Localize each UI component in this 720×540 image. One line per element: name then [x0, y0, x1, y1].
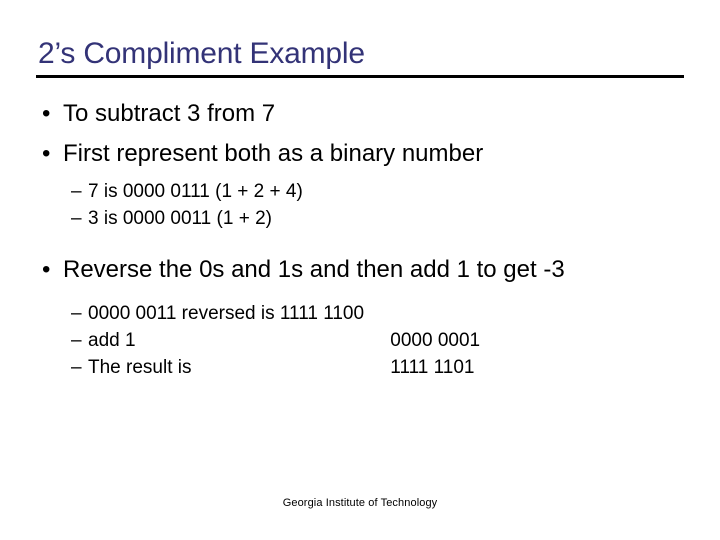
bullet-item-3: • Reverse the 0s and 1s and then add 1 t… [0, 254, 720, 286]
bullet-item-2-label: First represent both as a binary number [63, 140, 484, 167]
en-dash-icon: – [71, 181, 82, 202]
bullet-dot-icon: • [42, 100, 51, 127]
sub-bullet-label: 7 is 0000 0111 (1 + 2 + 4) [88, 181, 303, 202]
bullet-item-1-label: To subtract 3 from 7 [63, 100, 276, 127]
sub-bullet-group-1: – 7 is 0000 0111 (1 + 2 + 4) – 3 is 0000… [0, 178, 720, 232]
sub-bullet-label: 0000 0011 reversed is 1111 1100 [88, 303, 365, 324]
bullet-dot-icon: • [42, 140, 51, 167]
sub-bullet-item: – 3 is 0000 0011 (1 + 2) [0, 205, 720, 232]
slide-canvas: 2’s Compliment Example • To subtract 3 f… [0, 0, 720, 540]
sub-bullet-group-2: – 0000 0011 reversed is 1111 1100 – add … [0, 300, 720, 381]
sub-bullet-item: – 7 is 0000 0111 (1 + 2 + 4) [0, 178, 720, 205]
bullet-item-2: • First represent both as a binary numbe… [0, 138, 720, 170]
bullet-dot-icon: • [42, 256, 51, 283]
en-dash-icon: – [71, 303, 82, 324]
sub-bullet-item: – The result is 1111 1101 [0, 354, 720, 381]
sub-bullet-label: 3 is 0000 0011 (1 + 2) [88, 208, 272, 229]
title-block: 2’s Compliment Example [38, 36, 688, 72]
sub-bullet-label: The result is [88, 357, 192, 378]
slide-footer: Georgia Institute of Technology [282, 497, 438, 509]
title-underline-rule [36, 75, 684, 78]
page-title: 2’s Compliment Example [38, 37, 365, 70]
sub-bullet-binary-value: 1111 1101 [390, 357, 475, 378]
en-dash-icon: – [71, 330, 82, 351]
sub-bullet-label: add 1 [88, 330, 136, 351]
sub-bullet-item: – add 1 0000 0001 [0, 327, 720, 354]
en-dash-icon: – [71, 357, 82, 378]
sub-bullet-binary-value: 0000 0001 [390, 330, 481, 351]
en-dash-icon: – [71, 208, 82, 229]
bullet-item-1: • To subtract 3 from 7 [0, 98, 720, 130]
sub-bullet-item: – 0000 0011 reversed is 1111 1100 [0, 300, 720, 327]
slide-body: • To subtract 3 from 7 • First represent… [0, 98, 720, 381]
bullet-item-3-label: Reverse the 0s and 1s and then add 1 to … [63, 256, 565, 283]
